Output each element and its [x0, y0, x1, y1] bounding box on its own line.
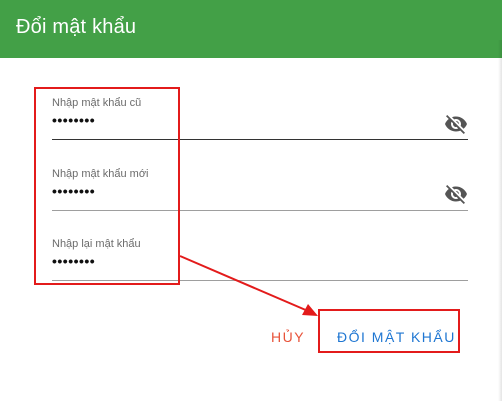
dialog-title: Đổi mật khẩu: [16, 16, 137, 38]
dialog-edge-shadow: [498, 40, 502, 401]
annotation-submit-box: [318, 309, 460, 353]
eye-off-icon[interactable]: [444, 182, 468, 206]
dialog-header: Đổi mật khẩu: [0, 0, 502, 58]
cancel-button[interactable]: HỦY: [271, 329, 305, 345]
annotation-fields-box: [34, 87, 180, 285]
eye-off-icon[interactable]: [444, 112, 468, 136]
